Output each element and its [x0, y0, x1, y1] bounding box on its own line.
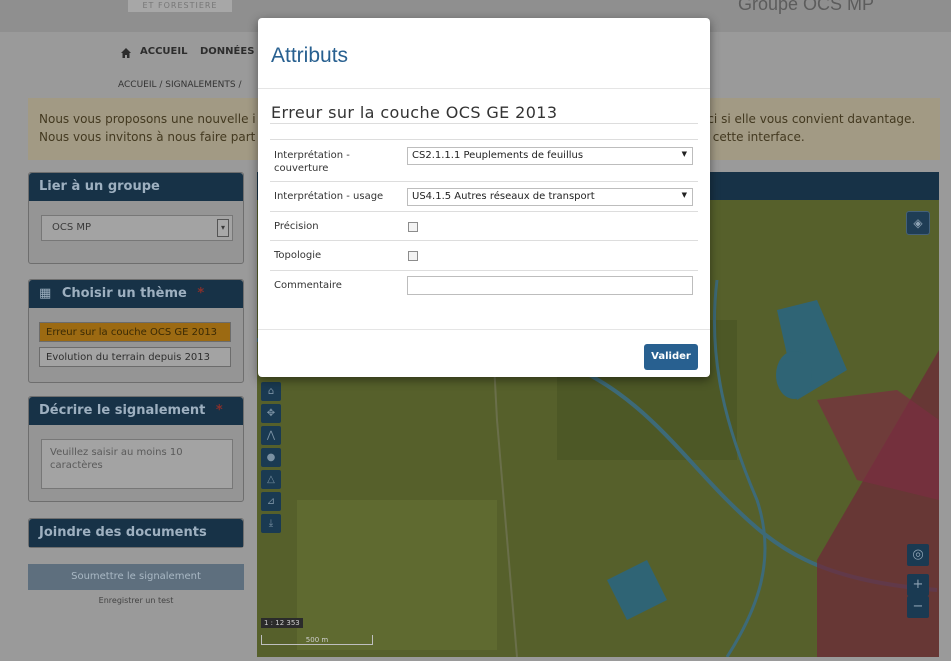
info-line-1-left: Nous vous proposons une nouvelle i — [39, 112, 256, 126]
group-panel: Lier à un groupe OCS MP ▾ — [28, 172, 244, 264]
layers-icon[interactable]: ◈ — [906, 211, 930, 235]
info-line-2-left: Nous vous invitons à nous faire part — [39, 130, 256, 144]
edit-shape-icon[interactable]: △ — [261, 470, 281, 489]
modal-header-divider — [258, 88, 710, 89]
nav-home-link[interactable]: ACCUEIL — [140, 46, 187, 57]
group-select[interactable]: OCS MP ▾ — [41, 215, 233, 241]
home-icon — [120, 44, 132, 58]
attributes-modal: Attributs Erreur sur la couche OCS GE 20… — [258, 18, 710, 377]
required-mark: * — [215, 403, 223, 418]
row-couverture: Interprétation - couverture CS2.1.1.1 Pe… — [270, 139, 698, 181]
row-usage: Interprétation - usage US4.1.5 Autres ré… — [270, 181, 698, 211]
zoom-in-button[interactable]: + — [907, 574, 929, 596]
commentaire-input[interactable] — [407, 276, 693, 295]
precision-checkbox[interactable] — [408, 222, 418, 232]
dropdown-caret-icon: ▼ — [681, 191, 687, 199]
info-line-1-right[interactable]: ici si elle vous convient davantage. — [704, 112, 915, 126]
description-textarea[interactable]: Veuillez saisir au moins 10 caractères — [41, 439, 233, 489]
theme-option-ocs-ge[interactable]: Erreur sur la couche OCS GE 2013 — [39, 322, 231, 342]
move-icon[interactable]: ✥ — [261, 404, 281, 423]
theme-panel-title: Choisir un thème — [61, 286, 187, 301]
dropdown-arrow-icon[interactable]: ▾ — [217, 219, 229, 237]
scale-ratio: 1 : 12 353 — [261, 618, 303, 628]
couverture-select[interactable]: CS2.1.1.1 Peuplements de feuillus ▼ — [407, 147, 693, 165]
usage-select[interactable]: US4.1.5 Autres réseaux de transport ▼ — [407, 188, 693, 206]
nav-data-menu[interactable]: DONNÉES ▾ — [200, 46, 263, 57]
breadcrumb[interactable]: ACCUEIL / SIGNALEMENTS / — [118, 80, 241, 90]
group-panel-title: Lier à un groupe — [29, 173, 243, 201]
modal-title: Attributs — [271, 44, 349, 67]
group-select-value: OCS MP — [52, 222, 92, 233]
delete-shape-icon[interactable]: ⊿ — [261, 492, 281, 511]
theme-option-evolution[interactable]: Evolution du terrain depuis 2013 — [39, 347, 231, 367]
info-line-2-right: r cette interface. — [704, 130, 805, 144]
documents-panel[interactable]: Joindre des documents — [28, 518, 244, 548]
draw-line-icon[interactable]: ⋀ — [261, 426, 281, 445]
required-mark: * — [197, 286, 205, 301]
map-toolbar: ⌂ ✥ ⋀ ● △ ⊿ ⤓ — [261, 382, 283, 536]
draw-polygon-icon[interactable]: ⌂ — [261, 382, 281, 401]
topologie-checkbox[interactable] — [408, 251, 418, 261]
commentaire-label: Commentaire — [274, 280, 342, 291]
zoom-out-button[interactable]: − — [907, 596, 929, 618]
draw-point-icon[interactable]: ● — [261, 448, 281, 467]
usage-label: Interprétation - usage — [274, 191, 384, 202]
couverture-value: CS2.1.1.1 Peuplements de feuillus — [412, 150, 584, 161]
topologie-label: Topologie — [274, 250, 322, 261]
locate-icon[interactable]: ◎ — [907, 544, 929, 566]
modal-footer-divider — [258, 329, 710, 330]
section-divider — [270, 123, 698, 124]
submit-report-button[interactable]: Soumettre le signalement — [28, 564, 244, 590]
describe-panel: Décrire le signalement * Veuillez saisir… — [28, 396, 244, 502]
theme-panel: ▦ Choisir un thème * Erreur sur la couch… — [28, 279, 244, 383]
row-topologie: Topologie — [270, 240, 698, 270]
group-title: Groupe OCS MP — [738, 0, 875, 14]
validate-button[interactable]: Valider — [644, 344, 698, 370]
section-title: Erreur sur la couche OCS GE 2013 — [271, 103, 558, 122]
dropdown-caret-icon: ▼ — [681, 150, 687, 158]
save-test-link[interactable]: Enregistrer un test — [28, 596, 244, 605]
grid-icon: ▦ — [39, 286, 52, 301]
couverture-label: Interprétation - couverture — [274, 150, 350, 174]
describe-panel-header: Décrire le signalement * — [29, 397, 243, 425]
row-precision: Précision — [270, 211, 698, 240]
usage-value: US4.1.5 Autres réseaux de transport — [412, 191, 595, 202]
precision-label: Précision — [274, 221, 319, 232]
scale-bar: 500 m — [261, 635, 373, 645]
row-commentaire: Commentaire — [270, 270, 698, 304]
documents-panel-title: Joindre des documents — [29, 519, 243, 547]
download-icon[interactable]: ⤓ — [261, 514, 281, 533]
site-logo-text: ET FORESTIERE — [128, 0, 232, 12]
describe-panel-title: Décrire le signalement — [39, 403, 206, 418]
theme-panel-header: ▦ Choisir un thème * — [29, 280, 243, 308]
